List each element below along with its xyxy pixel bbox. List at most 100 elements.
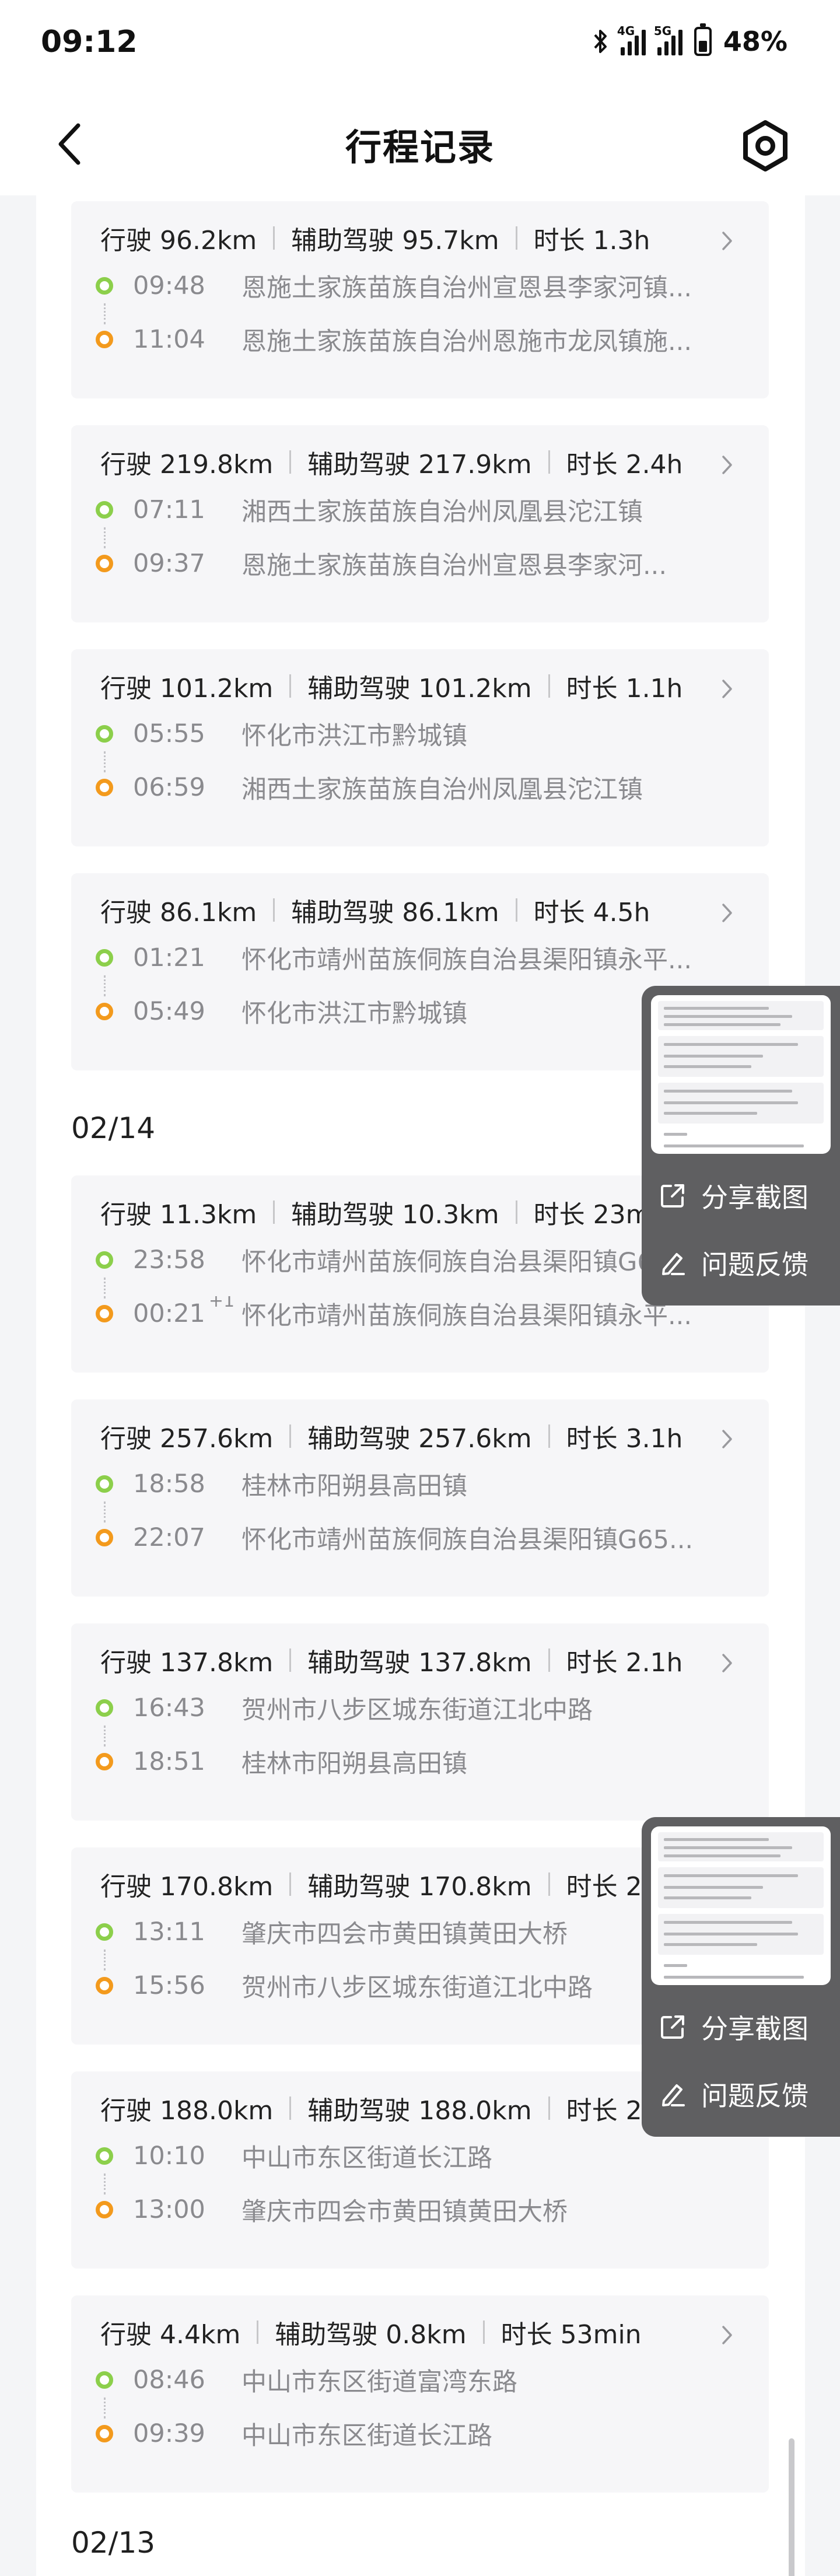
divider [289,450,292,474]
trip-card[interactable]: 行驶 101.2km 辅助驾驶 101.2km 时长 1.1h 05:55 怀化… [71,649,769,846]
trip-distance: 行驶 137.8km [100,1648,274,1678]
share-screenshot-button[interactable]: 分享截图 [659,1998,828,2056]
start-point-icon [96,1699,113,1717]
trip-start: 01:21 怀化市靖州苗族侗族自治县渠阳镇永平... [96,940,722,975]
start-time: 18:58 [133,1469,205,1499]
divider [273,226,275,250]
screenshot-float-panel[interactable]: 分享截图 问题反馈 [642,986,840,1306]
trip-card[interactable]: 行驶 96.2km 辅助驾驶 95.7km 时长 1.3h 09:48 恩施土家… [71,201,769,398]
signal-5g-icon: 5G [654,24,682,55]
end-point-icon [96,1977,113,1994]
start-time: 01:21 [133,943,205,972]
end-time: 09:39 [133,2419,205,2448]
feedback-button[interactable]: 问题反馈 [659,1234,828,1292]
trip-card[interactable]: 行驶 257.6km 辅助驾驶 257.6km 时长 3.1h 18:58 桂林… [71,1399,769,1597]
start-point-icon [96,2147,113,2165]
start-place: 肇庆市四会市黄田镇黄田大桥 [242,1920,568,1949]
trip-assisted-distance: 辅助驾驶 10.3km [291,1200,499,1230]
end-place: 恩施土家族苗族自治州宣恩县李家河... [242,551,667,580]
chevron-right-icon [719,229,736,253]
route-connector [104,2174,106,2194]
divider [548,1648,550,1672]
screenshot-thumbnail[interactable] [651,995,831,1154]
start-time: 05:55 [133,719,205,748]
share-icon [661,2015,684,2039]
end-time: 09:37 [133,549,205,578]
trip-summary: 行驶 219.8km 辅助驾驶 217.9km 时长 2.4h [100,442,734,482]
start-time: 23:58 [133,1245,205,1275]
trip-start: 09:48 恩施土家族苗族自治州宣恩县李家河镇... [96,268,722,303]
settings-button[interactable] [736,117,794,175]
end-point-icon [96,2425,113,2442]
trip-summary: 行驶 170.8km 辅助驾驶 170.8km 时长 2.8h [100,1864,734,1905]
trip-summary: 行驶 257.6km 辅助驾驶 257.6km 时长 3.1h [100,1416,734,1457]
chevron-right-icon [719,901,736,925]
trip-assisted-distance: 辅助驾驶 217.9km [307,450,532,480]
battery-icon [694,23,712,56]
divider [273,898,275,922]
status-time: 09:12 [41,24,138,60]
end-place: 湘西土家族苗族自治州凤凰县沱江镇 [242,775,643,804]
start-time: 13:11 [133,1917,205,1947]
trip-duration: 时长 4.5h [533,898,650,928]
start-time: 09:48 [133,271,205,300]
end-place: 肇庆市四会市黄田镇黄田大桥 [242,2197,568,2227]
feedback-label: 问题反馈 [701,1249,808,1280]
end-time: 06:59 [133,773,205,802]
route-connector [104,975,106,996]
trip-summary: 行驶 188.0km 辅助驾驶 188.0km 时长 2.8h [100,2088,734,2129]
route-connector [104,2398,106,2418]
trip-distance: 行驶 188.0km [100,2096,274,2126]
end-time: 05:49 [133,997,205,1026]
divider [482,2320,485,2344]
start-place: 怀化市靖州苗族侗族自治县渠阳镇永平... [242,946,692,975]
end-point-icon [96,1003,113,1020]
divider [548,2096,550,2120]
trip-end: 05:49 怀化市洪江市黔城镇 [96,994,722,1029]
trip-start: 18:58 桂林市阳朔县高田镇 [96,1466,722,1502]
end-point-icon [96,555,113,572]
chevron-right-icon [719,2323,736,2347]
end-time: 13:00 [133,2195,205,2224]
chevron-right-icon [719,1651,736,1675]
app-header: 行程记录 [0,93,840,195]
end-place: 怀化市洪江市黔城镇 [242,999,467,1028]
start-place: 恩施土家族苗族自治州宣恩县李家河镇... [242,274,692,303]
trip-start: 13:11 肇庆市四会市黄田镇黄田大桥 [96,1915,722,1950]
thumb-card [658,1001,824,1030]
trip-card[interactable]: 行驶 219.8km 辅助驾驶 217.9km 时长 2.4h 07:11 湘西… [71,425,769,622]
trip-assisted-distance: 辅助驾驶 170.8km [307,1872,532,1902]
start-point-icon [96,501,113,519]
trip-duration: 时长 1.3h [533,226,650,256]
trip-summary: 行驶 11.3km 辅助驾驶 10.3km 时长 23min [100,1192,734,1233]
divider [548,1424,550,1448]
chevron-right-icon [719,677,736,701]
end-time: 18:51 [133,1747,205,1776]
divider [515,1200,517,1224]
scrollbar-thumb[interactable] [789,2438,794,2576]
route-connector [104,751,106,772]
start-point-icon [96,725,113,743]
feedback-button[interactable]: 问题反馈 [659,2065,828,2123]
trip-card[interactable]: 行驶 4.4km 辅助驾驶 0.8km 时长 53min 08:46 中山市东区… [71,2295,769,2493]
page-title: 行程记录 [345,126,495,169]
trip-distance: 行驶 219.8km [100,450,274,480]
trip-distance: 行驶 96.2km [100,226,257,256]
screenshot-float-panel[interactable]: 分享截图 问题反馈 [642,1817,840,2137]
trip-distance: 行驶 86.1km [100,898,257,928]
trip-end: 06:59 湘西土家族苗族自治州凤凰县沱江镇 [96,770,722,805]
trip-card[interactable]: 行驶 137.8km 辅助驾驶 137.8km 时长 2.1h 16:43 贺州… [71,1623,769,1821]
trip-end: 00:21 +1 怀化市靖州苗族侗族自治县渠阳镇永平... [96,1296,722,1331]
start-place: 中山市东区街道富湾东路 [242,2368,517,2397]
start-point-icon [96,1251,113,1269]
share-screenshot-label: 分享截图 [701,1182,808,1213]
screenshot-thumbnail[interactable] [651,1826,831,1985]
trip-distance: 行驶 4.4km [100,2320,241,2350]
start-point-icon [96,277,113,295]
start-place: 怀化市靖州苗族侗族自治县渠阳镇G65... [242,1248,694,1277]
start-point-icon [96,949,113,967]
trip-list[interactable]: 行驶 96.2km 辅助驾驶 95.7km 时长 1.3h 09:48 恩施土家… [36,195,805,2576]
trip-distance: 行驶 257.6km [100,1424,274,1454]
share-screenshot-button[interactable]: 分享截图 [659,1167,828,1225]
end-time: 22:07 [133,1523,205,1552]
